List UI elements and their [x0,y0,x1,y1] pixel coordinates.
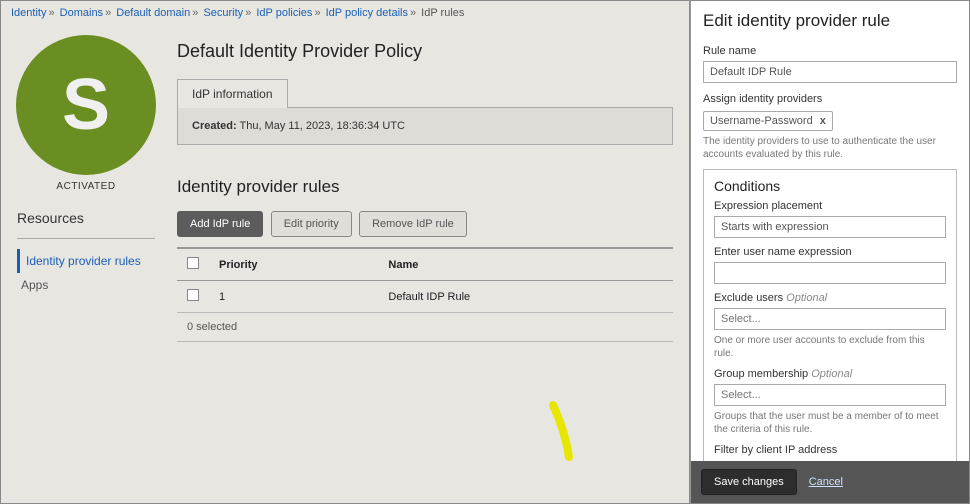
resources-heading: Resources [17,210,155,232]
row-name: Default IDP Rule [378,281,673,313]
exclude-users-helper: One or more user accounts to exclude fro… [714,334,946,360]
select-all-checkbox[interactable] [187,257,199,269]
col-name[interactable]: Name [378,248,673,281]
username-expr-label: Enter user name expression [714,246,946,258]
policy-status: ACTIVATED [9,181,163,192]
sidebar-item-idp-rules[interactable]: Identity provider rules [17,249,155,273]
filter-ip-label: Filter by client IP address [714,444,946,456]
rule-name-input[interactable] [703,61,957,83]
remove-chip-icon[interactable]: x [820,115,826,127]
policy-avatar: S [16,35,156,175]
exclude-users-select[interactable] [714,308,946,330]
expr-placement-label: Expression placement [714,200,946,212]
panel-title: Edit identity provider rule [703,11,957,31]
annotation-highlight [547,401,577,461]
conditions-box: Conditions Expression placement Enter us… [703,169,957,461]
breadcrumb: Identity» Domains» Default domain» Secur… [1,1,689,25]
idp-rules-table: Priority Name 1 Default IDP Rule 0 selec… [177,247,673,342]
cancel-link[interactable]: Cancel [809,476,843,488]
assign-idp-helper: The identity providers to use to authent… [703,135,957,161]
idp-chip[interactable]: Username-Password x [703,111,833,131]
rules-heading: Identity provider rules [177,177,673,197]
panel-footer: Save changes Cancel [691,461,969,503]
table-row[interactable]: 1 Default IDP Rule [177,281,673,313]
breadcrumb-item[interactable]: IdP policy details [326,7,408,19]
breadcrumb-item[interactable]: Security [203,7,243,19]
expr-placement-select[interactable] [714,216,946,238]
row-priority: 1 [209,281,378,313]
divider [17,238,155,239]
conditions-heading: Conditions [714,178,946,194]
selected-count: 0 selected [177,313,673,342]
created-value: Thu, May 11, 2023, 18:36:34 UTC [239,120,405,132]
created-label: Created: [192,120,237,132]
breadcrumb-item[interactable]: Default domain [116,7,190,19]
policy-avatar-letter: S [62,64,110,146]
breadcrumb-current: IdP rules [421,7,464,19]
save-changes-button[interactable]: Save changes [701,469,797,495]
page-title: Default Identity Provider Policy [177,41,673,62]
assign-idp-label: Assign identity providers [703,93,957,105]
row-checkbox[interactable] [187,289,199,301]
username-expr-input[interactable] [714,262,946,284]
exclude-users-label: Exclude users Optional [714,292,946,304]
breadcrumb-item[interactable]: Identity [11,7,46,19]
group-membership-select[interactable] [714,384,946,406]
rule-name-label: Rule name [703,45,957,57]
edit-priority-button[interactable]: Edit priority [271,211,352,237]
idp-info-box: Created: Thu, May 11, 2023, 18:36:34 UTC [177,108,673,145]
group-membership-label: Group membership Optional [714,368,946,380]
breadcrumb-item[interactable]: IdP policies [256,7,312,19]
breadcrumb-item[interactable]: Domains [60,7,103,19]
idp-chip-label: Username-Password [710,115,813,127]
edit-rule-panel: Edit identity provider rule Rule name As… [690,0,970,504]
add-idp-rule-button[interactable]: Add IdP rule [177,211,263,237]
sidebar-item-apps[interactable]: Apps [17,273,155,297]
tab-idp-information[interactable]: IdP information [177,79,288,108]
col-priority[interactable]: Priority [209,248,378,281]
group-membership-helper: Groups that the user must be a member of… [714,410,946,436]
remove-idp-rule-button[interactable]: Remove IdP rule [359,211,467,237]
